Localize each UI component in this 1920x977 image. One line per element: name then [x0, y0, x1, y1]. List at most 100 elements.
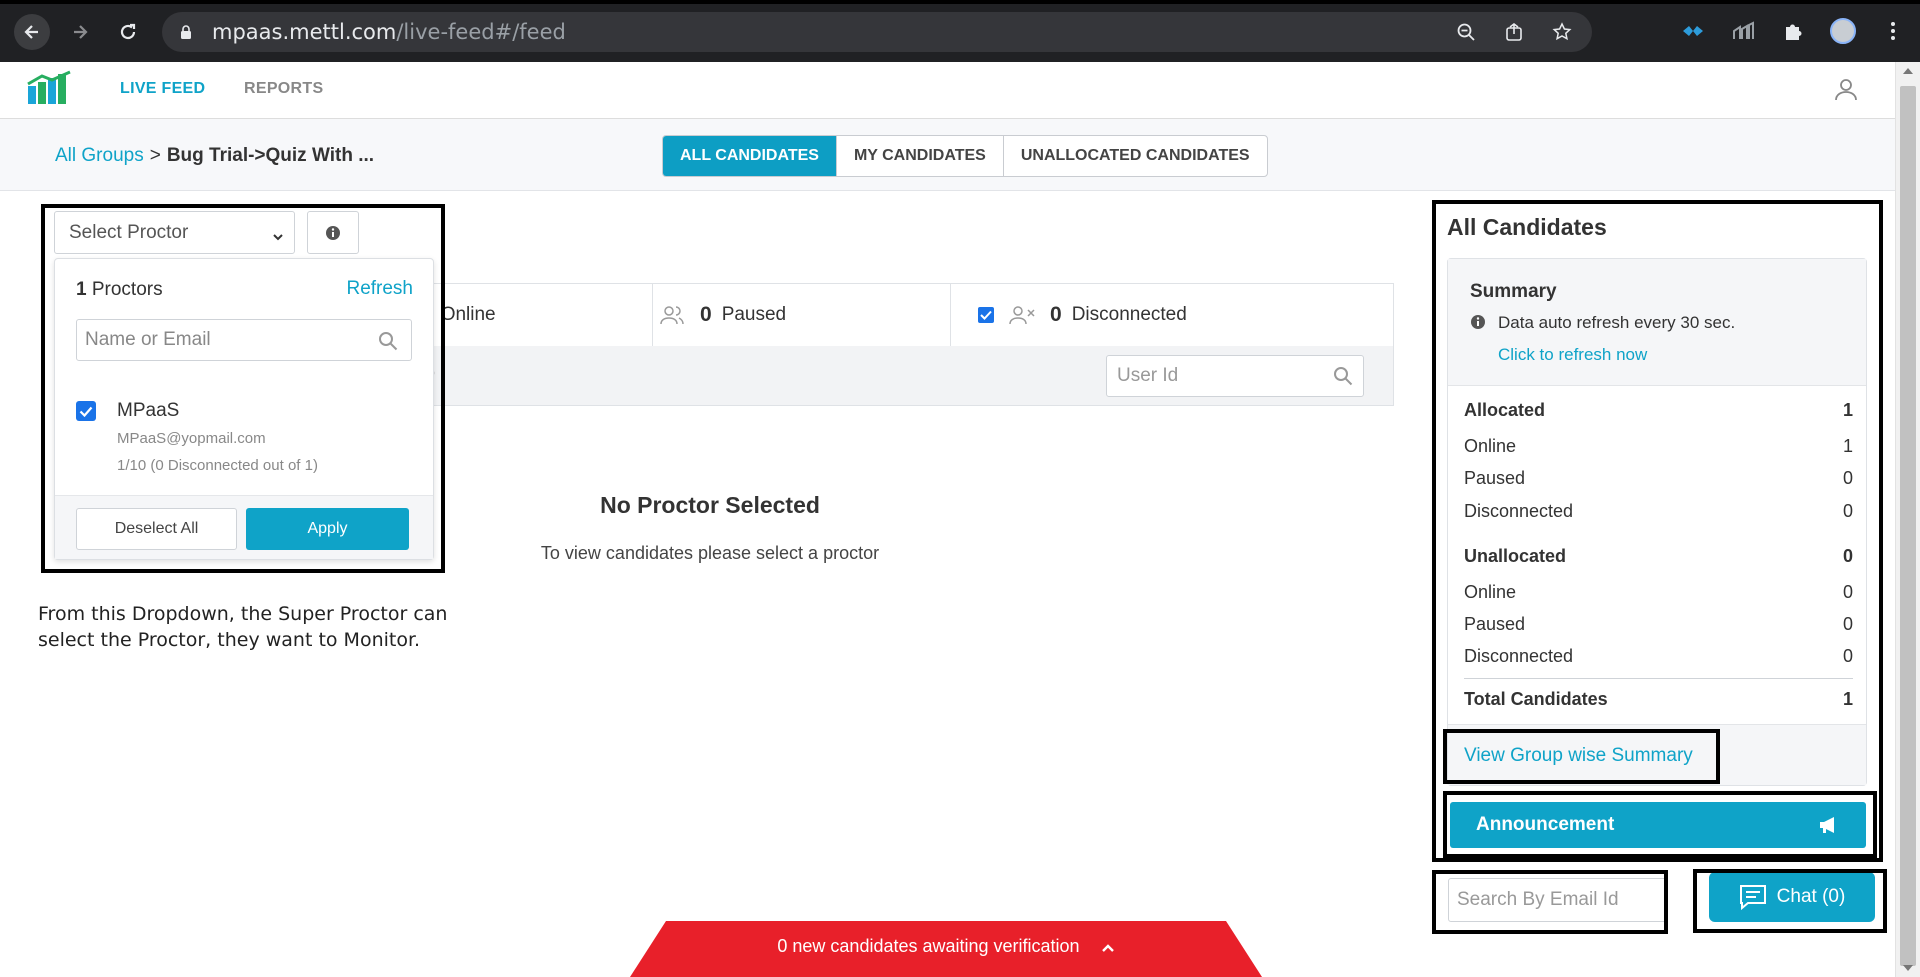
annotation-box-announcement: [1443, 791, 1877, 858]
select-proctor-dropdown[interactable]: Select Proctor: [54, 211, 295, 254]
summary-title: Summary: [1470, 281, 1557, 302]
proctor-info-button[interactable]: [307, 211, 359, 254]
breadcrumb-all-groups[interactable]: All Groups: [55, 145, 144, 166]
summary-value: 1: [1842, 400, 1853, 420]
disconnected-user-icon: [1008, 304, 1036, 326]
url-host: mpaas.mettl.com: [212, 20, 397, 44]
search-icon[interactable]: [1333, 366, 1353, 386]
summary-card: Summary Data auto refresh every 30 sec. …: [1447, 258, 1867, 786]
annotation-box-chat: [1693, 869, 1887, 933]
summary-row-unallocated-paused: Paused 0: [1464, 614, 1853, 635]
deselect-all-button[interactable]: Deselect All: [76, 508, 237, 550]
user-id-search-input[interactable]: [1106, 355, 1364, 397]
summary-value: 1: [1842, 689, 1853, 709]
scroll-down-arrow-icon[interactable]: [1903, 965, 1913, 971]
proctor-panel-footer: Deselect All Apply: [55, 495, 433, 559]
scroll-up-arrow-icon[interactable]: [1903, 68, 1913, 74]
summary-row-total: Total Candidates 1: [1464, 689, 1853, 710]
search-icon[interactable]: [378, 331, 398, 351]
proctor-search-input[interactable]: [76, 319, 412, 361]
refresh-now-link[interactable]: Click to refresh now: [1498, 345, 1647, 365]
browser-toolbar: mpaas.mettl.com/live-feed#/feed: [0, 0, 1920, 62]
summary-row-unallocated-disconnected: Disconnected 0: [1464, 646, 1853, 667]
share-icon[interactable]: [1502, 20, 1526, 44]
online-label: Online: [440, 304, 496, 325]
tab-my-candidates[interactable]: MY CANDIDATES: [837, 136, 1004, 176]
user-icon[interactable]: [1833, 76, 1859, 102]
extension-bird-icon[interactable]: [1680, 18, 1706, 44]
summary-label: Disconnected: [1464, 501, 1574, 521]
summary-row-unallocated: Unallocated 0: [1464, 546, 1853, 567]
verification-text: 0 new candidates awaiting verification: [777, 936, 1080, 956]
disconnected-checkbox[interactable]: [978, 307, 994, 323]
summary-row-allocated: Allocated 1: [1464, 400, 1853, 421]
apply-button[interactable]: Apply: [246, 508, 409, 550]
chevron-up-icon: [1101, 937, 1115, 958]
page-scrollbar[interactable]: [1895, 62, 1920, 977]
breadcrumb-separator: >: [149, 145, 161, 166]
proctor-count-label: Proctors: [91, 279, 163, 300]
summary-value: 0: [1842, 468, 1853, 488]
back-icon[interactable]: [14, 14, 50, 50]
summary-header: Summary Data auto refresh every 30 sec. …: [1448, 259, 1866, 386]
extensions-puzzle-icon[interactable]: [1780, 18, 1806, 44]
summary-row-allocated-online: Online 1: [1464, 436, 1853, 457]
proctor-count: 1 Proctors: [76, 279, 163, 301]
extension-chart-icon[interactable]: [1730, 18, 1756, 44]
disconnected-label: Disconnected: [1071, 304, 1187, 325]
zoom-out-icon[interactable]: [1454, 20, 1478, 44]
empty-state-subtitle: To view candidates please select a proct…: [540, 543, 880, 563]
candidate-tabs: ALL CANDIDATES MY CANDIDATES UNALLOCATED…: [662, 135, 1268, 177]
summary-row-unallocated-online: Online 0: [1464, 582, 1853, 603]
summary-label: Allocated: [1464, 400, 1546, 420]
summary-value: 0: [1842, 646, 1853, 666]
status-summary-bar: 0 Online 0 Paused 0 Disconnected: [300, 283, 1394, 347]
proctor-dropdown-panel: 1 Proctors Refresh MPaaS MPaaS@yopmail.c…: [54, 258, 434, 560]
annotation-box-email-search: [1432, 870, 1668, 934]
forward-icon[interactable]: [62, 14, 98, 50]
proctor-name: MPaaS: [117, 400, 180, 421]
status-paused[interactable]: 0 Paused: [652, 284, 786, 346]
status-divider: [950, 284, 951, 346]
right-panel-title: All Candidates: [1447, 214, 1607, 240]
disconnected-count: 0: [1050, 303, 1062, 326]
tab-strip-edge: [0, 0, 1920, 4]
verification-bar-content[interactable]: 0 new candidates awaiting verification: [630, 936, 1262, 958]
nav-live-feed[interactable]: LIVE FEED: [120, 80, 205, 98]
summary-label: Paused: [1464, 468, 1526, 488]
annotation-caption: From this Dropdown, the Super Proctor ca…: [38, 603, 448, 651]
summary-label: Total Candidates: [1464, 689, 1608, 709]
auto-refresh-text: Data auto refresh every 30 sec.: [1498, 313, 1736, 332]
summary-row-allocated-disconnected: Disconnected 0: [1464, 501, 1853, 522]
profile-avatar[interactable]: [1830, 18, 1856, 44]
address-bar[interactable]: mpaas.mettl.com/live-feed#/feed: [162, 12, 1592, 52]
tab-unallocated-candidates[interactable]: UNALLOCATED CANDIDATES: [1004, 136, 1267, 176]
info-icon: [325, 225, 341, 241]
scroll-thumb[interactable]: [1900, 86, 1916, 966]
chevron-down-icon: [272, 227, 284, 241]
proctor-refresh-link[interactable]: Refresh: [346, 278, 413, 300]
nav-reports[interactable]: REPORTS: [244, 80, 323, 98]
status-disconnected[interactable]: 0 Disconnected: [950, 284, 1187, 346]
summary-label: Online: [1464, 582, 1517, 602]
paused-label: Paused: [721, 304, 787, 325]
summary-value: 1: [1842, 436, 1853, 456]
app-header: LIVE FEED REPORTS: [0, 62, 1895, 119]
breadcrumb: All Groups > Bug Trial->Quiz With ...: [55, 145, 374, 167]
subheader: All Groups > Bug Trial->Quiz With ... ALL …: [0, 119, 1895, 191]
address-bar-actions: [1454, 20, 1574, 44]
summary-value: 0: [1842, 546, 1853, 566]
bookmark-star-icon[interactable]: [1550, 20, 1574, 44]
proctor-checkbox[interactable]: [76, 401, 96, 421]
proctor-email: MPaaS@yopmail.com: [117, 430, 266, 447]
paused-count: 0: [700, 303, 712, 326]
summary-label: Disconnected: [1464, 646, 1574, 666]
paused-users-icon: [660, 304, 684, 326]
reload-icon[interactable]: [110, 14, 146, 50]
mettl-logo[interactable]: [26, 70, 74, 106]
url-path: /live-feed#/feed: [396, 20, 566, 44]
proctor-stat: 1/10 (0 Disconnected out of 1): [117, 457, 318, 474]
browser-menu-icon[interactable]: [1880, 18, 1906, 44]
summary-row-allocated-paused: Paused 0: [1464, 468, 1853, 489]
tab-all-candidates[interactable]: ALL CANDIDATES: [663, 136, 837, 176]
